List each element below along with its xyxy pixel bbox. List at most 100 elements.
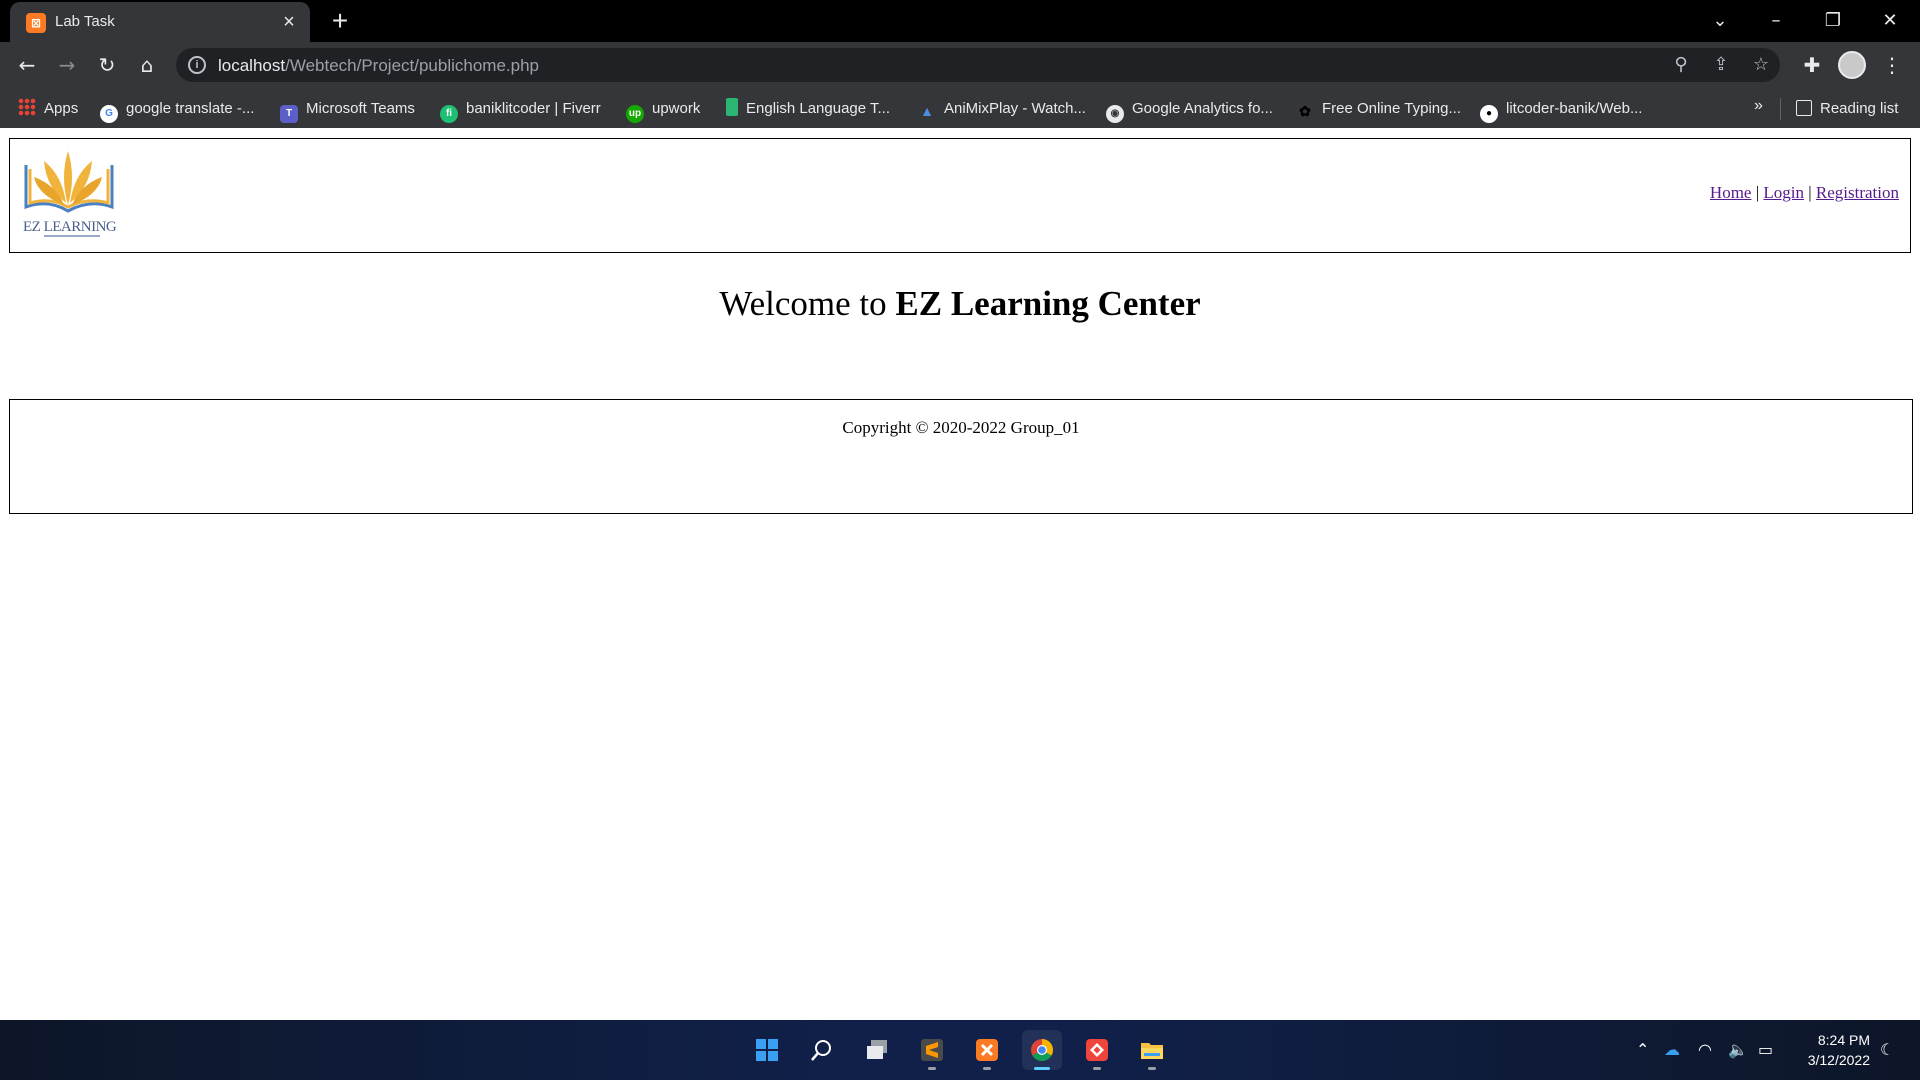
new-tab-plus-icon[interactable]: +: [325, 6, 355, 36]
reload-icon[interactable]: ↻: [92, 50, 122, 80]
home-icon[interactable]: ⌂: [132, 50, 162, 80]
nav-login-link[interactable]: Login: [1763, 183, 1804, 202]
taskbar-search[interactable]: [802, 1030, 842, 1070]
bookmark-google-analytics[interactable]: ◉ Google Analytics fo...: [1106, 98, 1273, 123]
address-bar[interactable]: i localhost/Webtech/Project/publichome.p…: [176, 48, 1780, 82]
windows-start-icon: [756, 1039, 778, 1061]
clock[interactable]: 8:24 PM 3/12/2022: [1790, 1030, 1870, 1070]
toolbar: ← → ↻ ⌂ i localhost/Webtech/Project/publ…: [0, 42, 1920, 88]
running-indicator: [983, 1067, 991, 1070]
anydesk-icon: [1086, 1039, 1108, 1061]
task-view-icon: [867, 1040, 887, 1059]
running-indicator: [928, 1067, 936, 1070]
address-url[interactable]: localhost/Webtech/Project/publichome.php: [218, 56, 539, 76]
taskbar-xampp[interactable]: [967, 1030, 1007, 1070]
bookmark-google-translate[interactable]: Ggoogle translate -...: [100, 98, 254, 123]
google-icon: G: [100, 105, 118, 123]
share-icon[interactable]: ⇪: [1709, 53, 1733, 77]
url-path: /Webtech/Project/publichome.php: [285, 56, 539, 75]
bookmarks-divider: [1780, 98, 1781, 120]
bookmark-free-online-typing[interactable]: ✿ Free Online Typing...: [1296, 98, 1461, 120]
taskbar-anydesk[interactable]: [1077, 1030, 1117, 1070]
bookmarks-bar: Apps Ggoogle translate -... T Microsoft T…: [0, 88, 1920, 128]
zoom-icon[interactable]: ⚲: [1669, 53, 1693, 77]
fiverr-icon: fi: [440, 105, 458, 123]
open-book-logo-icon: [24, 151, 114, 213]
taskbar-chrome[interactable]: [1022, 1030, 1062, 1070]
apps-grid-icon: [18, 98, 36, 116]
active-tab[interactable]: ⊠ Lab Task ×: [10, 2, 310, 42]
bookmark-english-language[interactable]: English Language T...: [726, 98, 890, 120]
bookmark-fiverr[interactable]: fi baniklitcoder | Fiverr: [440, 98, 601, 123]
ez-learning-logo: EZ LEARNING: [20, 147, 118, 243]
extensions-puzzle-icon[interactable]: ✚: [1797, 50, 1827, 80]
search-icon: [811, 1040, 831, 1061]
taskbar-sublime-text[interactable]: [912, 1030, 952, 1070]
active-indicator: [1034, 1067, 1050, 1070]
tab-search-chevron-icon[interactable]: ⌄: [1700, 6, 1740, 36]
xampp-icon: [976, 1039, 998, 1061]
welcome-prefix: Welcome to: [719, 284, 896, 323]
volume-icon[interactable]: 🔈: [1728, 1040, 1748, 1060]
bookmark-green-icon: [726, 98, 738, 116]
welcome-center-name: EZ Learning Center: [895, 284, 1201, 323]
bookmark-github[interactable]: ● litcoder-banik/Web...: [1480, 98, 1642, 123]
taskbar-file-explorer[interactable]: [1132, 1030, 1172, 1070]
welcome-heading: Welcome to EZ Learning Center: [0, 284, 1920, 324]
bookmark-upwork[interactable]: up upwork: [626, 98, 700, 123]
tab-title: Lab Task: [55, 13, 115, 30]
reading-list-icon: [1796, 100, 1812, 116]
task-view[interactable]: [857, 1030, 897, 1070]
more-bookmarks-icon[interactable]: »: [1754, 97, 1763, 115]
minimize-icon[interactable]: –: [1756, 6, 1796, 36]
bookmark-animixplay[interactable]: ▲ AniMixPlay - Watch...: [918, 98, 1086, 120]
paw-icon: ✿: [1299, 103, 1311, 119]
nav-home-link[interactable]: Home: [1710, 183, 1752, 202]
browser-chrome: ⊠ Lab Task × + ⌄ – ❐ ✕ ← → ↻ ⌂ i localho…: [0, 0, 1920, 128]
folder-icon: [1141, 1043, 1163, 1059]
url-host: localhost: [218, 56, 286, 75]
nav-registration-link[interactable]: Registration: [1816, 183, 1899, 202]
bookmark-microsoft-teams[interactable]: T Microsoft Teams: [280, 98, 415, 123]
nav-separator: |: [1808, 183, 1812, 202]
bookmark-star-icon[interactable]: ☆: [1749, 53, 1773, 77]
notifications-moon-icon[interactable]: ☾: [1880, 1040, 1894, 1060]
top-navigation: Home | Login | Registration: [1710, 183, 1899, 203]
github-icon: ●: [1480, 105, 1498, 123]
tab-strip: ⊠ Lab Task × + ⌄ – ❐ ✕: [0, 0, 1920, 42]
running-indicator: [1093, 1067, 1101, 1070]
logo-text: EZ LEARNING: [23, 219, 117, 235]
back-arrow-icon[interactable]: ←: [12, 50, 42, 80]
upwork-icon: up: [626, 105, 644, 123]
logo-tagline-line: [44, 235, 100, 237]
close-window-icon[interactable]: ✕: [1870, 6, 1910, 36]
close-tab-icon[interactable]: ×: [278, 11, 300, 33]
copyright-text: Copyright © 2020-2022 Group_01: [842, 418, 1080, 437]
globe-icon: ◉: [1106, 105, 1124, 123]
sublime-text-icon: [921, 1039, 943, 1061]
page-viewport: EZ LEARNING Home | Login | Registration …: [0, 128, 1920, 1020]
running-indicator: [1148, 1067, 1156, 1070]
onedrive-cloud-icon[interactable]: ☁: [1664, 1040, 1680, 1060]
site-footer: Copyright © 2020-2022 Group_01: [9, 399, 1913, 514]
battery-icon[interactable]: ▭: [1758, 1040, 1773, 1060]
show-hidden-icons-chevron-icon[interactable]: ⌃: [1636, 1040, 1649, 1060]
chrome-menu-icon[interactable]: ⋮: [1877, 50, 1907, 80]
site-info-icon[interactable]: i: [188, 56, 206, 74]
windows-taskbar: ⌃ ☁ ◠ 🔈 ▭ 8:24 PM 3/12/2022 ☾: [0, 1020, 1920, 1080]
clock-time: 8:24 PM: [1817, 1032, 1870, 1048]
chrome-icon: [1031, 1039, 1053, 1061]
teams-icon: T: [280, 105, 298, 123]
reading-list-button[interactable]: Reading list: [1796, 98, 1898, 120]
animixplay-icon: ▲: [920, 103, 934, 119]
site-header: EZ LEARNING Home | Login | Registration: [9, 138, 1911, 253]
clock-date: 3/12/2022: [1807, 1052, 1870, 1068]
forward-arrow-icon[interactable]: →: [52, 50, 82, 80]
bookmark-apps[interactable]: Apps: [18, 98, 78, 120]
profile-avatar[interactable]: [1838, 51, 1866, 79]
nav-separator: |: [1755, 183, 1760, 202]
wifi-icon[interactable]: ◠: [1698, 1040, 1712, 1060]
restore-icon[interactable]: ❐: [1813, 6, 1853, 36]
xampp-favicon-icon: ⊠: [26, 13, 46, 33]
start-button[interactable]: [747, 1030, 787, 1070]
